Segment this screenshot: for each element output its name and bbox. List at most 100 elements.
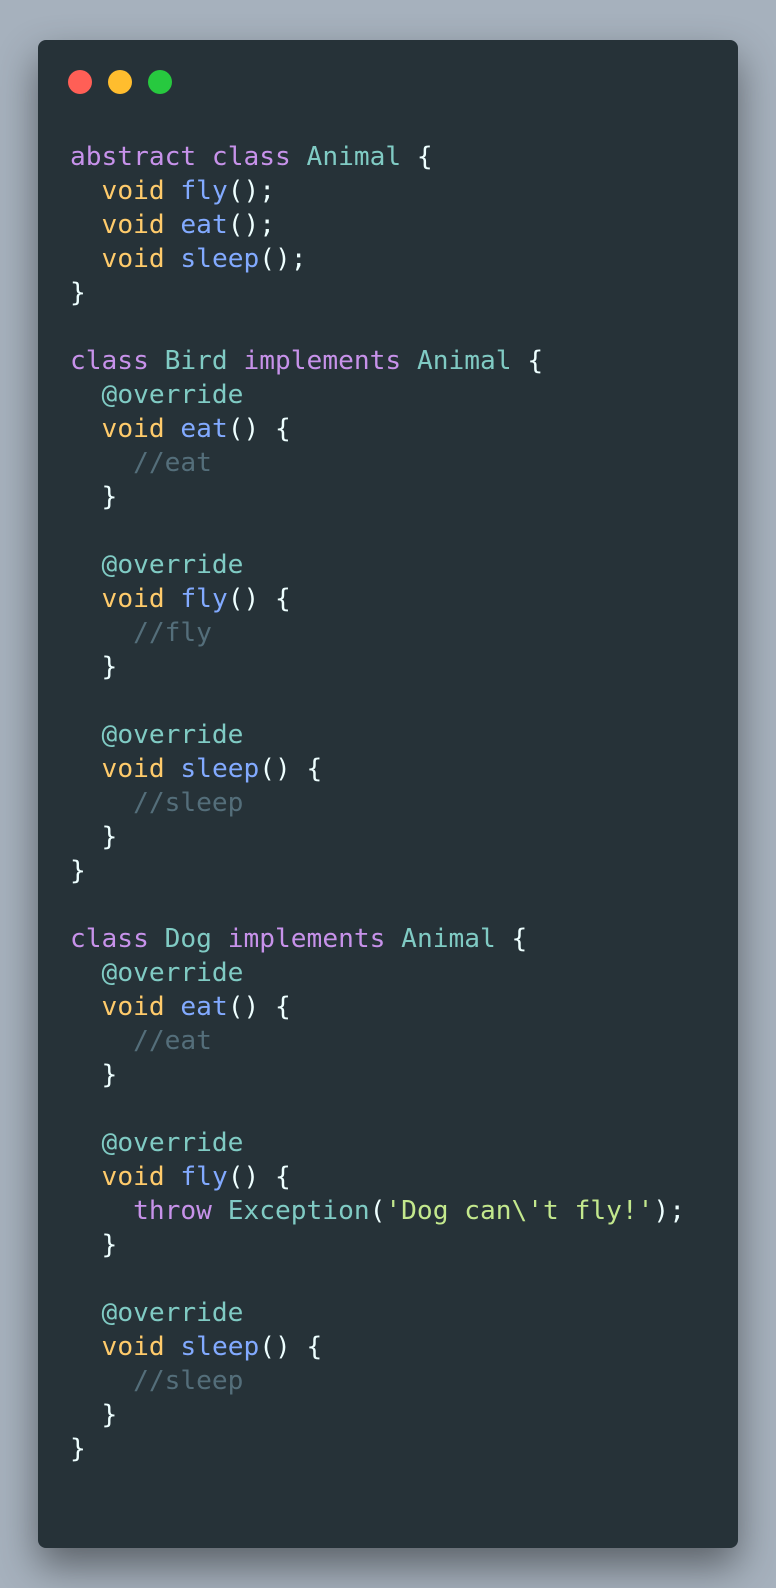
code-line: class Dog implements Animal { <box>70 922 685 956</box>
code-token-func: eat <box>180 992 228 1022</box>
code-token-comment: //eat <box>133 448 212 478</box>
code-token-annotation: @override <box>101 1298 244 1328</box>
code-token-keyword: class <box>70 346 149 376</box>
code-token-punct: (); <box>227 176 276 206</box>
code-line: @override <box>70 956 685 990</box>
code-token-punct: } <box>70 856 86 886</box>
code-token-func: sleep <box>180 244 260 274</box>
minimize-dot[interactable] <box>108 70 132 94</box>
code-line: void eat() { <box>70 412 685 446</box>
code-token-annotation: @override <box>101 720 244 750</box>
code-token-punct: { <box>401 142 433 172</box>
code-token-keyword: class <box>70 924 149 954</box>
code-token-punct: } <box>70 1060 118 1090</box>
code-token-func: eat <box>180 414 228 444</box>
code-token-keyword: abstract <box>70 142 197 172</box>
code-token-punct: () { <box>227 414 291 444</box>
code-line: void sleep() { <box>70 1330 685 1364</box>
code-token-func: sleep <box>180 754 260 784</box>
code-token-punct: } <box>70 482 118 512</box>
code-token-comment: //sleep <box>133 788 244 818</box>
code-line: } <box>70 1432 685 1466</box>
code-token-string: 'Dog can\'t fly!' <box>385 1196 654 1226</box>
code-token-class: Bird <box>164 346 228 376</box>
code-line: } <box>70 1228 685 1262</box>
code-token-punct: () { <box>227 992 291 1022</box>
code-token-class: Animal <box>416 346 512 376</box>
code-line: void eat() { <box>70 990 685 1024</box>
code-token-punct: () { <box>227 1162 291 1192</box>
code-line: void fly() { <box>70 1160 685 1194</box>
code-line: } <box>70 820 685 854</box>
code-line: //sleep <box>70 1364 685 1398</box>
code-line: void fly(); <box>70 174 685 208</box>
code-line: void eat(); <box>70 208 685 242</box>
code-line: abstract class Animal { <box>70 140 685 174</box>
code-token-type: void <box>101 414 165 444</box>
code-token-punct: (); <box>227 210 276 240</box>
code-line: //fly <box>70 616 685 650</box>
code-line: //eat <box>70 446 685 480</box>
code-line: @override <box>70 1126 685 1160</box>
code-line: //eat <box>70 1024 685 1058</box>
code-token-type: void <box>101 1332 165 1362</box>
code-token-punct: ( <box>369 1196 386 1226</box>
code-window: abstract class Animal { void fly(); void… <box>38 40 738 1548</box>
code-token-punct: (); <box>259 244 307 274</box>
code-token-punct: ); <box>653 1196 685 1226</box>
code-line: throw Exception('Dog can\'t fly!'); <box>70 1194 685 1228</box>
code-token-type: void <box>101 1162 165 1192</box>
code-line: void sleep(); <box>70 242 685 276</box>
code-token-punct: } <box>70 822 118 852</box>
code-token-func: sleep <box>180 1332 260 1362</box>
close-dot[interactable] <box>68 70 92 94</box>
code-line: @override <box>70 548 685 582</box>
code-token-punct: } <box>70 1230 118 1260</box>
code-token-type: void <box>101 584 165 614</box>
code-token-class: Animal <box>401 924 496 954</box>
code-token-comment: //fly <box>133 618 212 648</box>
code-token-punct: { <box>511 346 544 376</box>
code-line: @override <box>70 718 685 752</box>
code-token-type: void <box>101 210 165 240</box>
code-token-punct: } <box>70 652 118 682</box>
code-line: @override <box>70 378 685 412</box>
maximize-dot[interactable] <box>148 70 172 94</box>
code-token-func: fly <box>180 584 228 614</box>
code-token-punct: { <box>495 924 528 954</box>
code-token-annotation: @override <box>101 958 244 988</box>
code-token-keyword: class <box>211 142 291 172</box>
